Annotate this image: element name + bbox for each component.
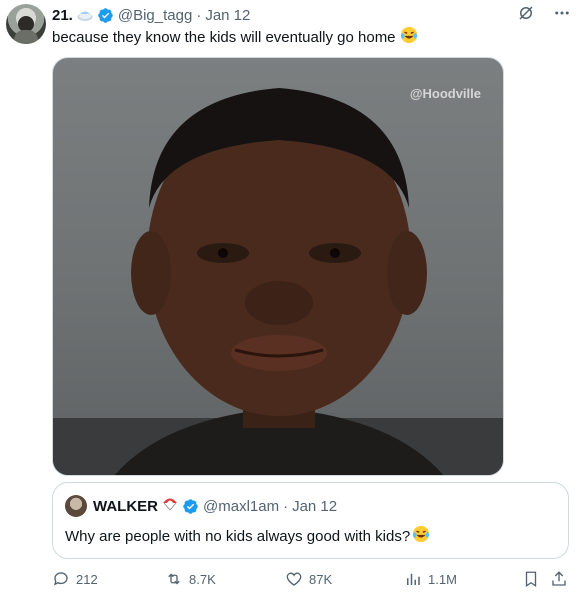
quoted-tweet[interactable]: WALKER @maxl1am · Jan 12 Why are people … bbox=[52, 482, 569, 559]
share-button[interactable] bbox=[550, 570, 568, 588]
share-icon bbox=[552, 571, 566, 586]
laughing-tears-emoji-icon bbox=[400, 26, 418, 50]
header-separator: · bbox=[196, 6, 202, 24]
avatar-body-shape bbox=[14, 30, 38, 44]
author-display-name[interactable]: 21. bbox=[52, 7, 73, 24]
grok-icon[interactable] bbox=[517, 4, 535, 22]
reply-icon bbox=[53, 572, 68, 586]
author-handle[interactable]: @Big_tagg bbox=[118, 7, 192, 24]
tweet-top-actions bbox=[517, 4, 571, 22]
retweet-button[interactable]: 8.7K bbox=[165, 570, 216, 588]
quote-author-avatar[interactable] bbox=[65, 495, 87, 517]
media-watermark: @Hoodville bbox=[409, 86, 481, 101]
quote-header-separator: · bbox=[283, 497, 289, 515]
tweet-action-bar: 212 8.7K 87K 1.1M bbox=[52, 568, 572, 592]
reply-button[interactable]: 212 bbox=[52, 570, 98, 588]
quote-body-text: Why are people with no kids always good … bbox=[65, 528, 411, 545]
like-count: 87K bbox=[309, 571, 333, 587]
quote-author-display-name[interactable]: WALKER bbox=[93, 498, 158, 515]
like-button[interactable]: 87K bbox=[285, 570, 332, 588]
quote-verified-badge-icon[interactable] bbox=[182, 498, 199, 515]
heart-icon bbox=[286, 572, 302, 586]
retweet-icon bbox=[168, 573, 180, 585]
verified-badge-icon[interactable] bbox=[97, 7, 114, 24]
tweet-text: because they know the kids will eventual… bbox=[52, 26, 418, 50]
tweet-media-photo[interactable]: @Hoodville bbox=[52, 57, 504, 476]
quote-header: WALKER @maxl1am · Jan 12 bbox=[93, 495, 337, 517]
more-options-icon[interactable] bbox=[553, 4, 571, 22]
bookmark-button[interactable] bbox=[522, 570, 540, 588]
portrait-photo-icon bbox=[53, 88, 503, 475]
author-avatar[interactable] bbox=[6, 4, 46, 44]
parachute-emoji-icon bbox=[162, 496, 178, 516]
retweet-count: 8.7K bbox=[189, 571, 216, 587]
analytics-icon bbox=[407, 573, 420, 585]
quote-text: Why are people with no kids always good … bbox=[65, 525, 430, 549]
views-button[interactable]: 1.1M bbox=[404, 570, 457, 588]
tweet-date[interactable]: Jan 12 bbox=[205, 7, 250, 24]
quote-laughing-tears-emoji-icon bbox=[412, 525, 430, 549]
tweet-header: 21. @Big_tagg · Jan 12 bbox=[52, 5, 250, 25]
quote-author-handle[interactable]: @maxl1am bbox=[203, 498, 279, 515]
bookmark-icon bbox=[525, 571, 537, 588]
quote-date[interactable]: Jan 12 bbox=[292, 498, 337, 515]
plate-emoji-icon bbox=[77, 8, 93, 22]
views-count: 1.1M bbox=[428, 571, 457, 587]
reply-count: 212 bbox=[76, 571, 98, 587]
tweet-body-text: because they know the kids will eventual… bbox=[52, 29, 396, 46]
